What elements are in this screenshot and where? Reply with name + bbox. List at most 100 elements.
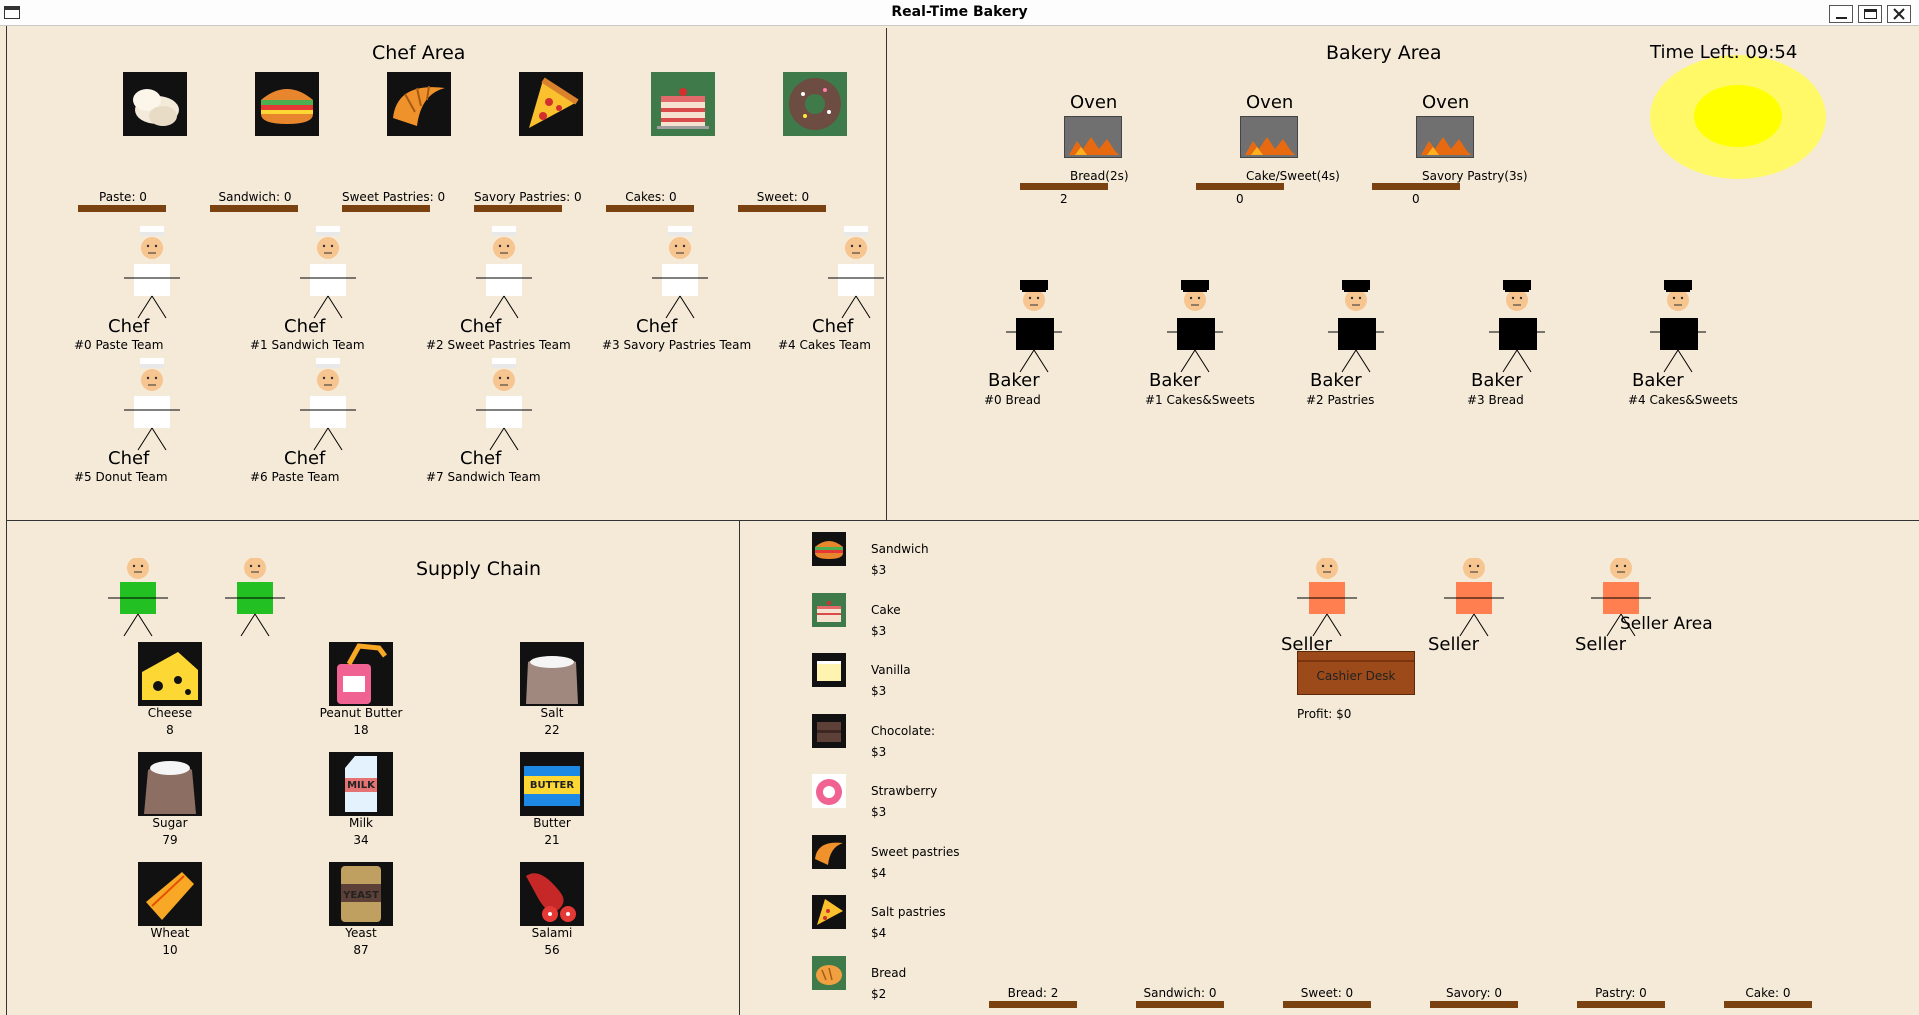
baker-label: Baker <box>988 370 1040 391</box>
bread-icon <box>812 955 846 990</box>
pizza-icon <box>519 72 583 136</box>
baker-label: Baker <box>1471 370 1523 391</box>
baker-role-label: #1 Cakes&Sweets <box>1145 393 1255 407</box>
chef-counter-bar <box>342 205 430 212</box>
chef-label: Chef <box>284 448 326 469</box>
chocolate-cake-icon <box>812 713 846 748</box>
oven-icon <box>1240 116 1298 158</box>
profit-label: Profit: $0 <box>1297 707 1352 721</box>
oven-count: 0 <box>1412 192 1420 206</box>
milk-carton-icon: MILK <box>329 752 393 816</box>
chef-figure <box>296 358 360 454</box>
sun-core <box>1694 85 1782 147</box>
stock-counter-label: Sweet: 0 <box>1300 986 1354 1000</box>
cashier-desk-label: Cashier Desk <box>1316 669 1396 683</box>
chef-label: Chef <box>108 448 150 469</box>
seller-label: Seller <box>1575 634 1626 655</box>
stock-counter-bar <box>1430 1001 1518 1008</box>
supply-quantity: 10 <box>162 943 178 957</box>
supply-chain-title: Supply Chain <box>416 558 542 580</box>
menu-item-price: $3 <box>871 563 887 577</box>
oven-label: Oven <box>1422 92 1470 113</box>
minimize-button[interactable] <box>1829 5 1853 23</box>
chef-figure <box>120 226 184 322</box>
supply-quantity: 21 <box>544 833 560 847</box>
salami-icon <box>520 862 584 926</box>
baker-figure <box>1324 280 1388 376</box>
menu-item-name: Strawberry <box>871 784 938 798</box>
oven-count: 0 <box>1236 192 1244 206</box>
bread-dough-icon <box>123 72 187 136</box>
oven-type-label: Cake/Sweet(4s) <box>1246 169 1340 183</box>
window-title: Real-Time Bakery <box>891 4 1028 20</box>
supply-icon-text: YEAST <box>343 890 379 901</box>
supply-name: Milk <box>349 816 373 830</box>
baker-role-label: #2 Pastries <box>1306 393 1375 407</box>
stock-counter-bar <box>1724 1001 1812 1008</box>
chef-team-label: #5 Donut Team <box>74 470 168 484</box>
stock-counter-label: Bread: 2 <box>1007 986 1059 1000</box>
seller-figure <box>1589 557 1653 638</box>
menu-item-price: $4 <box>871 865 887 880</box>
stock-counter-bar <box>1283 1001 1371 1008</box>
menu-item-name: Salt pastries <box>871 905 946 919</box>
menu-item-price: $2 <box>871 986 887 1001</box>
stock-counter-label: Pastry: 0 <box>1595 986 1647 1000</box>
chef-counter-bar <box>210 205 298 212</box>
supply-name: Salami <box>531 926 573 940</box>
chef-label: Chef <box>812 316 854 337</box>
wheat-icon <box>138 862 202 926</box>
seller-label: Seller <box>1281 634 1332 655</box>
stock-counter-label: Savory: 0 <box>1445 986 1503 1000</box>
close-icon <box>1893 8 1905 20</box>
oven-type-label: Bread(2s) <box>1070 169 1129 183</box>
sugar-sack-icon <box>138 752 202 816</box>
chef-counter-label: Paste: 0 <box>99 190 147 204</box>
chef-figure <box>120 358 184 454</box>
chef-team-label: #3 Savory Pastries Team <box>602 338 752 352</box>
cake-icon <box>651 72 715 136</box>
menu-item-name: Bread <box>871 965 907 980</box>
oven-progress-bar <box>1372 183 1460 190</box>
strawberry-cake-icon <box>812 774 846 808</box>
stock-counter-bar <box>1577 1001 1665 1008</box>
stock-counter-bar <box>1136 1001 1224 1008</box>
menu-item-name: Sandwich <box>871 542 929 556</box>
chef-counter-label: Savory Pastries: 0 <box>474 190 582 204</box>
butter-icon: BUTTER <box>520 752 584 816</box>
supply-quantity: 8 <box>166 723 174 737</box>
cheese-icon <box>138 642 202 706</box>
baker-role-label: #0 Bread <box>984 393 1041 407</box>
chef-area-title: Chef Area <box>372 42 466 64</box>
sandwich-icon <box>812 532 846 566</box>
menu-item-price: $3 <box>871 623 887 638</box>
chef-counter-bar <box>474 205 562 212</box>
oven-label: Oven <box>1246 92 1294 113</box>
pizza-icon <box>812 895 846 929</box>
menu-item-name: Cake <box>871 602 901 617</box>
stock-counter-label: Cake: 0 <box>1745 986 1791 1000</box>
divider-vertical-bottom <box>739 520 740 1015</box>
baker-figure <box>1485 280 1549 376</box>
chef-label: Chef <box>284 316 326 337</box>
supplier-figure <box>223 557 287 638</box>
baker-label: Baker <box>1149 370 1201 391</box>
maximize-button[interactable] <box>1858 5 1882 23</box>
title-bar: Real-Time Bakery <box>0 0 1919 26</box>
seller-figure <box>1442 557 1506 638</box>
chef-counter-bar <box>78 205 166 212</box>
chef-team-label: #4 Cakes Team <box>778 338 871 352</box>
supply-quantity: 34 <box>353 833 369 847</box>
chef-counter-bar <box>606 205 694 212</box>
close-button[interactable] <box>1887 5 1911 23</box>
chef-counter-bar <box>738 205 826 212</box>
oven-progress-bar <box>1020 183 1108 190</box>
supply-name: Peanut Butter <box>319 706 403 720</box>
chef-label: Chef <box>460 448 502 469</box>
seller-figure <box>1295 557 1359 638</box>
app-window: Real-Time Bakery Chef Area Bakery Area T… <box>0 0 1919 1015</box>
divider-horizontal <box>6 520 1919 521</box>
oven-count: 2 <box>1060 192 1068 206</box>
oven-type-label: Savory Pastry(3s) <box>1422 169 1528 183</box>
chef-counter-label: Cakes: 0 <box>625 190 677 204</box>
